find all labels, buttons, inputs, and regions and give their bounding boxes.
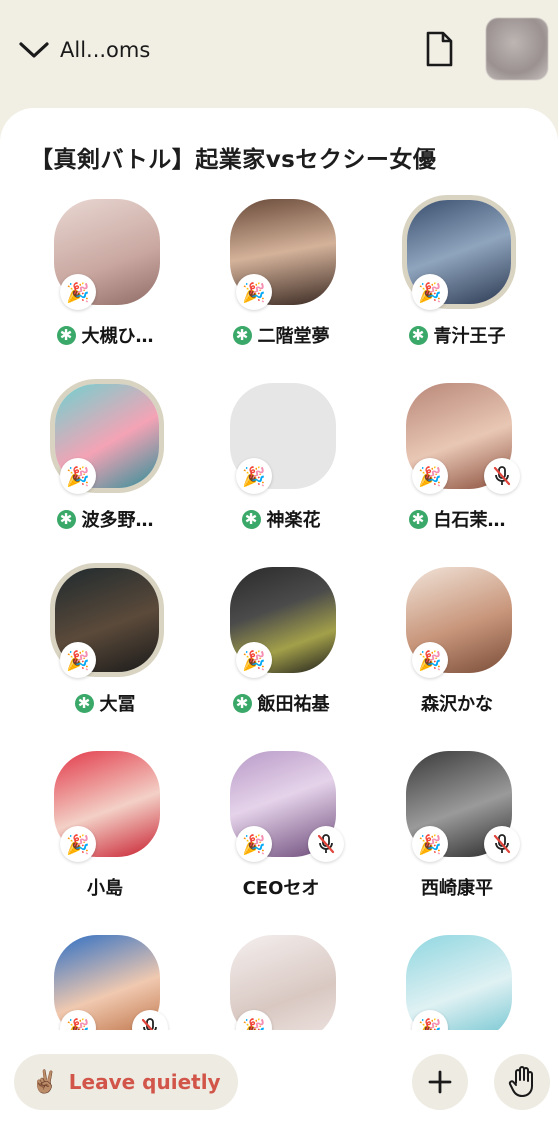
document-button[interactable] — [423, 30, 455, 68]
party-popper-icon: 🎉 — [236, 458, 272, 494]
moderator-icon: ✱ — [56, 509, 76, 529]
speaker-name-row: 小島 — [30, 874, 180, 900]
speaker-name: 青汁王子 — [433, 326, 506, 347]
party-popper-icon: 🎉 — [60, 458, 96, 494]
speaker-name: CEOセオ — [242, 878, 320, 899]
party-popper-icon: 🎉 — [236, 826, 272, 862]
speaker-name: 森沢かな — [421, 694, 493, 715]
speaker-name: 白石茉… — [433, 510, 506, 531]
speaker-name: 小島 — [87, 878, 123, 899]
speaker-name-row: ✱ 二階堂夢 — [206, 322, 356, 348]
party-popper-icon: 🎉 — [412, 458, 448, 494]
speaker-tile[interactable]: 🎉 ✱ 飯田祐基 — [206, 560, 356, 730]
room-sheet: 【真剣バトル】起業家vsセクシー女優 🎉 ✱ 大槻ひ… 🎉 ✱ 二階堂夢 🎉 ✱ 青汁王子 🎉 ✱ 波… — [0, 108, 558, 1127]
add-button[interactable] — [412, 1054, 468, 1110]
top-bar: All...oms — [0, 0, 558, 108]
moderator-icon: ✱ — [56, 325, 76, 345]
party-popper-icon: 🎉 — [236, 642, 272, 678]
speaker-name: 神楽花 — [266, 510, 321, 531]
speaker-tile[interactable]: 🎉 西崎康平 — [382, 744, 532, 914]
party-popper-icon: 🎉 — [412, 826, 448, 862]
speaker-name: 大槻ひ… — [81, 326, 154, 347]
speaker-name: 波多野… — [81, 510, 154, 531]
speaker-tile[interactable]: 🎉 CEOセオ — [206, 744, 356, 914]
profile-avatar[interactable] — [486, 18, 548, 80]
party-popper-icon: 🎉 — [60, 274, 96, 310]
raise-hand-button[interactable] — [494, 1054, 550, 1110]
speaker-name-row: ✱ 白石茉… — [382, 506, 532, 532]
speaker-tile[interactable]: 🎉 小島 — [30, 744, 180, 914]
party-popper-icon: 🎉 — [60, 642, 96, 678]
speaker-name-row: ✱ 大冨 — [30, 690, 180, 716]
leave-quietly-label: Leave quietly — [68, 1070, 221, 1094]
speaker-name-row: ✱ 大槻ひ… — [30, 322, 180, 348]
speaker-tile[interactable]: 🎉 ✱ 波多野… — [30, 376, 180, 546]
speaker-tile[interactable]: 🎉 ✱ 大槻ひ… — [30, 192, 180, 362]
all-rooms-button[interactable]: All...oms — [18, 30, 150, 70]
party-popper-icon: 🎉 — [236, 274, 272, 310]
muted-mic-icon — [484, 826, 520, 862]
raise-hand-icon — [508, 1066, 533, 1097]
document-icon — [426, 31, 453, 67]
speaker-tile[interactable]: 🎉 ✱ 二階堂夢 — [206, 192, 356, 362]
speaker-name-row: ✱ 波多野… — [30, 506, 180, 532]
moderator-icon: ✱ — [232, 325, 252, 345]
moderator-icon: ✱ — [232, 693, 252, 713]
speaker-tile[interactable]: 🎉 ✱ 神楽花 — [206, 376, 356, 546]
speaker-name-row: ✱ 青汁王子 — [382, 322, 532, 348]
party-popper-icon: 🎉 — [412, 642, 448, 678]
speaker-name-row: 西崎康平 — [382, 874, 532, 900]
moderator-icon: ✱ — [241, 509, 261, 529]
speaker-name: 飯田祐基 — [257, 694, 330, 715]
chevron-down-icon — [19, 42, 49, 58]
speaker-name: 大冨 — [99, 694, 136, 715]
moderator-icon: ✱ — [408, 509, 428, 529]
moderator-icon: ✱ — [408, 325, 428, 345]
speaker-name: 二階堂夢 — [257, 326, 330, 347]
speaker-tile[interactable]: 🎉 ✱ 白石茉… — [382, 376, 532, 546]
speaker-name-row: ✱ 神楽花 — [206, 506, 356, 532]
room-title: 【真剣バトル】起業家vsセクシー女優 — [30, 147, 437, 173]
party-popper-icon: 🎉 — [412, 274, 448, 310]
all-rooms-label: All...oms — [60, 38, 151, 62]
party-popper-icon: 🎉 — [60, 826, 96, 862]
speaker-tile[interactable]: 🎉 森沢かな — [382, 560, 532, 730]
speaker-tile[interactable]: 🎉 ✱ 大冨 — [30, 560, 180, 730]
speaker-name-row: 森沢かな — [382, 690, 532, 716]
peace-hand-icon: ✌🏽 — [31, 1069, 59, 1095]
muted-mic-icon — [484, 458, 520, 494]
speaker-name: 西崎康平 — [421, 878, 493, 899]
leave-quietly-button[interactable]: ✌🏽 Leave quietly — [14, 1054, 238, 1110]
speaker-tile[interactable]: 🎉 ✱ 青汁王子 — [382, 192, 532, 362]
muted-mic-icon — [308, 826, 344, 862]
moderator-icon: ✱ — [74, 693, 94, 713]
speaker-name-row: CEOセオ — [206, 874, 356, 900]
plus-icon — [428, 1070, 452, 1094]
speaker-name-row: ✱ 飯田祐基 — [206, 690, 356, 716]
bottom-bar: ✌🏽 Leave quietly — [0, 1030, 558, 1127]
